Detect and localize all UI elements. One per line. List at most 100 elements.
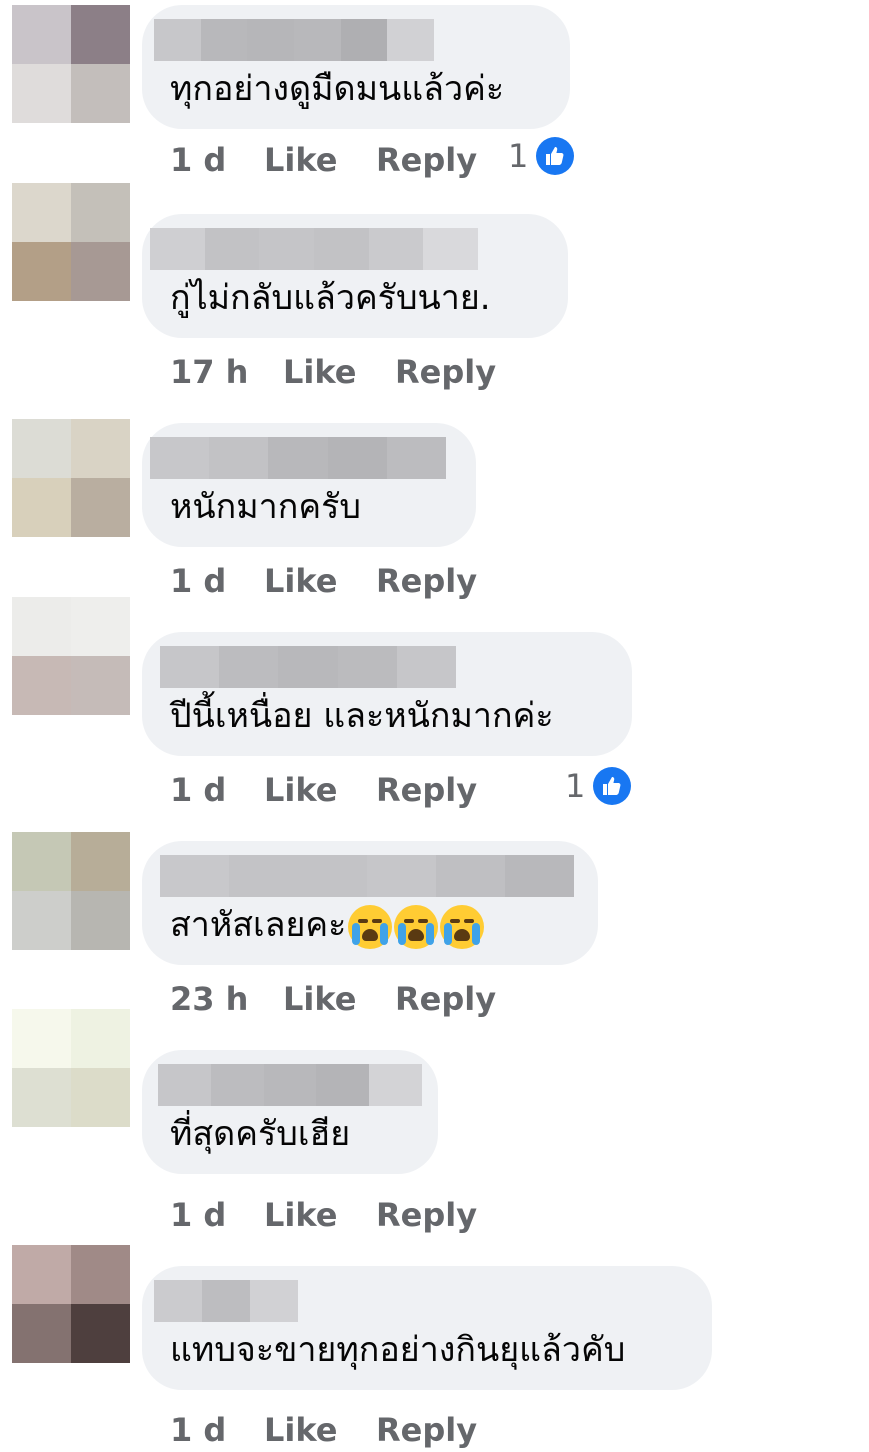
- avatar[interactable]: [12, 5, 130, 123]
- comment-text-content: สาหัสเลยคะ: [170, 905, 347, 945]
- avatar[interactable]: [12, 597, 130, 715]
- commenter-name-redacted[interactable]: [150, 437, 446, 479]
- avatar-pixel: [71, 478, 130, 537]
- comment-text-content: หนักมากครับ: [170, 487, 361, 527]
- comment-timestamp[interactable]: 1 d: [170, 138, 226, 182]
- name-pixel: [154, 1280, 202, 1322]
- avatar-pixel: [71, 832, 130, 891]
- avatar-pixel: [12, 242, 71, 301]
- avatar-pixel: [71, 419, 130, 478]
- name-pixel: [337, 646, 397, 688]
- name-pixel: [259, 228, 314, 270]
- like-button[interactable]: Like: [264, 559, 337, 603]
- name-pixel: [250, 1280, 298, 1322]
- name-pixel: [210, 1064, 264, 1106]
- name-pixel: [247, 19, 294, 61]
- comment-text-content: กู่ไม่กลับแล้วครับนาย.: [170, 278, 491, 318]
- reply-button[interactable]: Reply: [395, 977, 496, 1021]
- avatar-pixel: [71, 1245, 130, 1304]
- comment-text: สาหัสเลยคะ: [170, 903, 485, 949]
- crying-face-emoji: [348, 904, 393, 949]
- avatar[interactable]: [12, 419, 130, 537]
- name-pixel: [229, 855, 298, 897]
- reaction-count: 1: [508, 137, 529, 175]
- reaction-summary[interactable]: 1: [565, 764, 632, 808]
- like-button[interactable]: Like: [283, 977, 356, 1021]
- comment-actions: 1 d Like Reply: [170, 559, 850, 603]
- avatar-pixel: [71, 183, 130, 242]
- comment-bubble: ทุกอย่างดูมืดมนแล้วค่ะ: [142, 5, 570, 129]
- name-pixel: [396, 646, 456, 688]
- reply-button[interactable]: Reply: [376, 559, 477, 603]
- avatar[interactable]: [12, 832, 130, 950]
- name-pixel: [219, 646, 279, 688]
- avatar-pixel: [12, 656, 71, 715]
- like-button[interactable]: Like: [264, 1193, 337, 1237]
- comment-actions: 1 d Like Reply 1: [170, 767, 850, 812]
- name-pixel: [278, 646, 338, 688]
- like-button[interactable]: Like: [283, 350, 356, 394]
- like-button[interactable]: Like: [264, 1408, 337, 1452]
- comment-timestamp[interactable]: 17 h: [170, 350, 248, 394]
- name-pixel: [368, 228, 424, 270]
- reply-button[interactable]: Reply: [376, 1408, 477, 1452]
- like-button[interactable]: Like: [264, 138, 337, 182]
- commenter-name-redacted[interactable]: [150, 228, 478, 270]
- commenter-name-redacted[interactable]: [160, 646, 456, 688]
- comment-text: ทุกอย่างดูมืดมนแล้วค่ะ: [170, 67, 504, 111]
- comment-bubble: แทบจะขายทุกอย่างกินยุแล้วคับ: [142, 1266, 712, 1390]
- avatar-pixel: [71, 1304, 130, 1363]
- reaction-count: 1: [565, 767, 586, 805]
- reaction-summary[interactable]: 1: [508, 134, 575, 178]
- avatar[interactable]: [12, 183, 130, 301]
- comment-text-content: ปีนี้เหนื่อย และหนักมากค่ะ: [170, 696, 554, 736]
- comment-timestamp[interactable]: 1 d: [170, 768, 226, 812]
- name-pixel: [436, 855, 505, 897]
- avatar-pixel: [12, 183, 71, 242]
- avatar-pixel: [12, 419, 71, 478]
- comment-text: กู่ไม่กลับแล้วครับนาย.: [170, 276, 491, 320]
- avatar[interactable]: [12, 1245, 130, 1363]
- avatar-pixel: [71, 5, 130, 64]
- comment-actions: 23 h Like Reply: [170, 977, 850, 1021]
- name-pixel: [158, 1064, 211, 1106]
- comment-text: แทบจะขายทุกอย่างกินยุแล้วคับ: [170, 1328, 625, 1372]
- reply-button[interactable]: Reply: [376, 1193, 477, 1237]
- reply-button[interactable]: Reply: [395, 350, 496, 394]
- name-pixel: [293, 19, 341, 61]
- reply-button[interactable]: Reply: [376, 138, 477, 182]
- name-pixel: [204, 228, 260, 270]
- commenter-name-redacted[interactable]: [154, 19, 434, 61]
- name-pixel: [209, 437, 269, 479]
- avatar-pixel: [71, 656, 130, 715]
- like-button[interactable]: Like: [264, 768, 337, 812]
- avatar-pixel: [12, 1245, 71, 1304]
- comment-timestamp[interactable]: 1 d: [170, 1193, 226, 1237]
- name-pixel: [386, 437, 446, 479]
- name-pixel: [369, 1064, 422, 1106]
- avatar-pixel: [71, 597, 130, 656]
- name-pixel: [423, 228, 478, 270]
- avatar-pixel: [12, 891, 71, 950]
- name-pixel: [387, 19, 434, 61]
- avatar-pixel: [12, 478, 71, 537]
- comment-bubble: หนักมากครับ: [142, 423, 476, 547]
- comment-bubble: กู่ไม่กลับแล้วครับนาย.: [142, 214, 568, 338]
- name-pixel: [367, 855, 436, 897]
- avatar[interactable]: [12, 1009, 130, 1127]
- commenter-name-redacted[interactable]: [158, 1064, 422, 1106]
- comment-text-content: ทุกอย่างดูมืดมนแล้วค่ะ: [170, 69, 505, 109]
- name-pixel: [150, 228, 205, 270]
- avatar-pixel: [71, 1009, 130, 1068]
- like-icon: [536, 137, 575, 175]
- name-pixel: [263, 1064, 317, 1106]
- commenter-name-redacted[interactable]: [160, 855, 574, 897]
- commenter-name-redacted[interactable]: [154, 1280, 298, 1322]
- name-pixel: [340, 19, 388, 61]
- comment-timestamp[interactable]: 1 d: [170, 1408, 226, 1452]
- comment-timestamp[interactable]: 23 h: [170, 977, 248, 1021]
- avatar-pixel: [12, 64, 71, 123]
- name-pixel: [160, 646, 220, 688]
- comment-timestamp[interactable]: 1 d: [170, 559, 226, 603]
- reply-button[interactable]: Reply: [376, 768, 477, 812]
